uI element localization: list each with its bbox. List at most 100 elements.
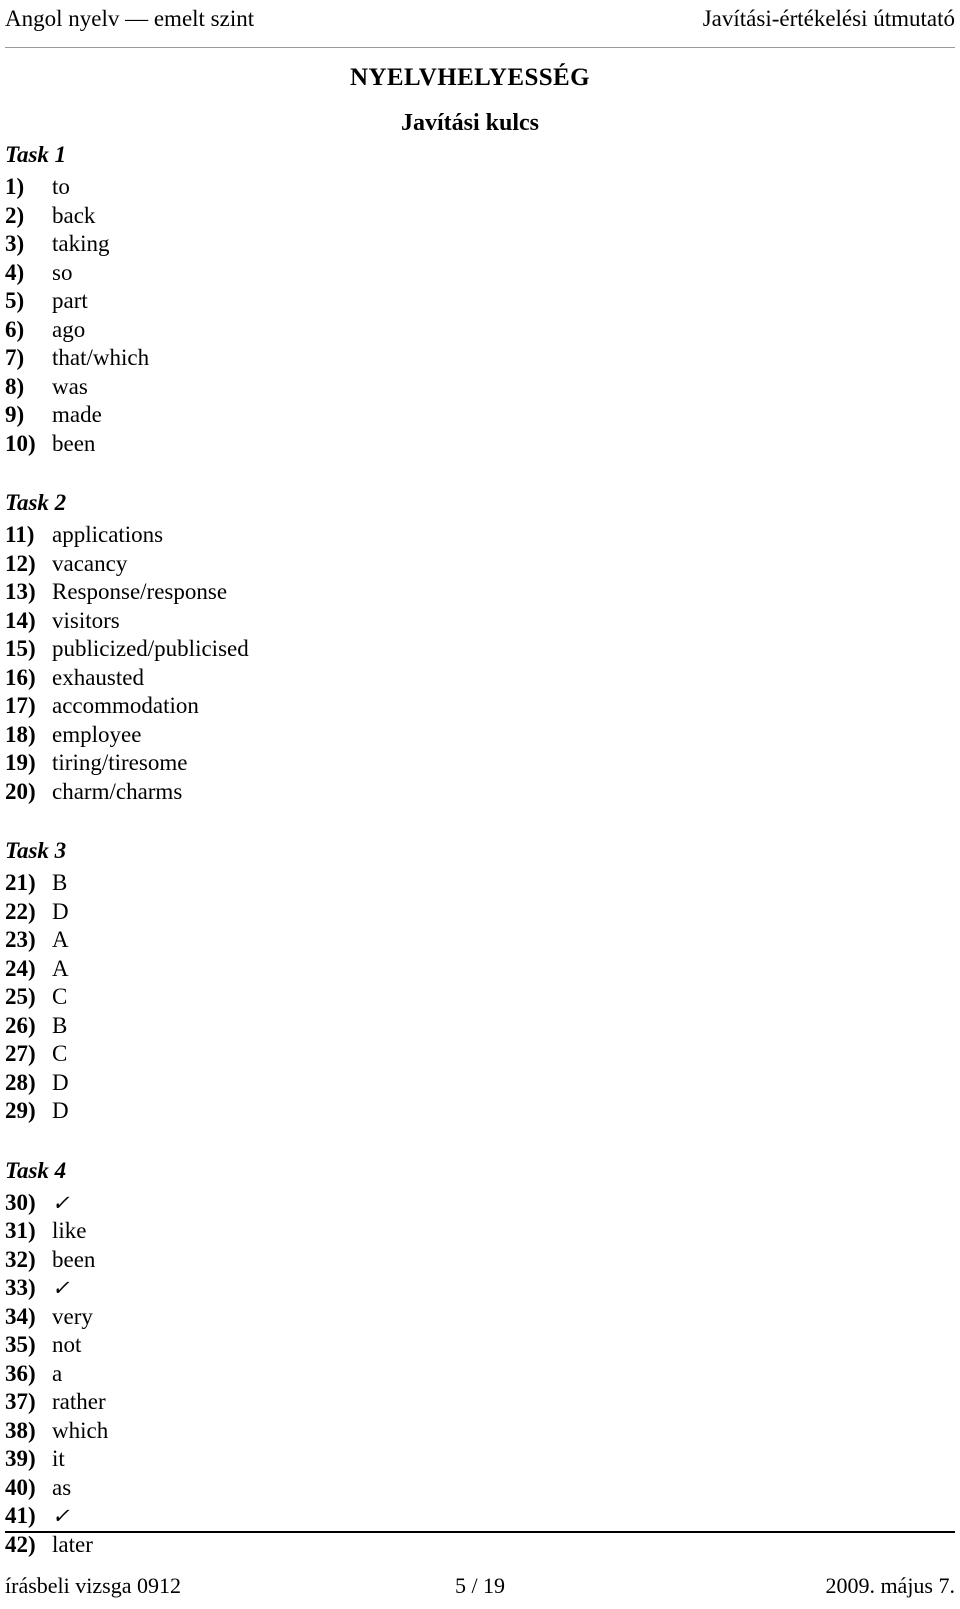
answer-row: 31) like — [5, 1217, 705, 1246]
answer-number: 32) — [5, 1246, 36, 1272]
task-heading: Task 3 — [5, 838, 67, 863]
answer-row: 37) rather — [5, 1388, 705, 1417]
answer-row: 32) been — [5, 1246, 705, 1275]
answer-row: 42) later — [5, 1531, 705, 1560]
answer-number: 42) — [5, 1531, 36, 1557]
answer-row: 36) a — [5, 1360, 705, 1389]
answer-row: 20) charm/charms — [5, 778, 705, 807]
header-subject-title: Angol nyelv — emelt szint — [5, 6, 255, 31]
footer-exam-code: írásbeli vizsga 0912 — [5, 1573, 181, 1598]
answer-value: as — [52, 1474, 72, 1500]
answer-value: like — [52, 1218, 87, 1243]
answer-value: B — [52, 870, 68, 895]
answer-value: so — [52, 259, 73, 285]
answer-value: to — [52, 174, 70, 199]
page-header: Angol nyelv — emelt szint Javítási-érték… — [5, 0, 955, 48]
answer-row: 19) tiring/tiresome — [5, 749, 705, 778]
answer-number: 38) — [5, 1417, 36, 1443]
answer-row: 38) which — [5, 1417, 705, 1446]
answer-value: exhausted — [52, 664, 144, 690]
answer-value: been — [52, 430, 96, 456]
task-heading: Task 2 — [5, 490, 67, 515]
answer-value: D — [52, 898, 69, 924]
answer-number: 26) — [5, 1012, 36, 1038]
answer-row: 8) was — [5, 373, 705, 402]
answer-row: 24) A — [5, 955, 705, 984]
answer-value: A — [52, 955, 69, 981]
answer-row: 40) as — [5, 1474, 705, 1503]
answer-number: 29) — [5, 1098, 36, 1123]
answer-value: part — [52, 288, 88, 313]
answer-number: 17) — [5, 693, 36, 718]
answer-row: 14) visitors — [5, 607, 705, 636]
answer-number: 31) — [5, 1218, 36, 1243]
answer-number: 6) — [5, 316, 25, 342]
answer-value: it — [52, 1446, 65, 1471]
answer-value: visitors — [52, 607, 120, 633]
header-divider — [5, 47, 955, 48]
answer-row: 21) B — [5, 869, 705, 898]
answer-value: accommodation — [52, 693, 199, 718]
answer-value: C — [52, 1041, 68, 1066]
answer-value: rather — [52, 1389, 106, 1414]
answer-value: employee — [52, 721, 142, 747]
answer-row: 41) ✓ — [5, 1502, 705, 1531]
answer-number: 24) — [5, 955, 36, 981]
answer-number: 8) — [5, 373, 25, 399]
answer-number: 4) — [5, 259, 25, 285]
answer-value: was — [52, 373, 88, 399]
answer-value: later — [52, 1531, 93, 1557]
answer-number: 33) — [5, 1275, 36, 1300]
answer-number: 12) — [5, 550, 36, 576]
answer-number: 34) — [5, 1303, 36, 1329]
answer-row: 5) part — [5, 287, 705, 316]
answer-row: 26) B — [5, 1012, 705, 1041]
answer-number: 5) — [5, 288, 25, 313]
task-heading: Task 4 — [5, 1157, 67, 1183]
answer-value: Response/response — [52, 579, 228, 604]
answer-row: 27) C — [5, 1040, 705, 1069]
answer-row: 22) D — [5, 898, 705, 927]
task-block: Task 3 21) B 22) D 23) A 24) A 25) C 26) B 27) C 28) D 29… — [5, 836, 705, 1126]
answer-row: 4) so — [5, 259, 705, 288]
answer-number: 37) — [5, 1389, 36, 1414]
answer-row: 6) ago — [5, 316, 705, 345]
task-block: Task 4 30) ✓ 31) like 32) been 33) ✓ 34) very 35) no… — [5, 1156, 705, 1560]
answer-value: applications — [52, 522, 164, 547]
answer-row: 13) Response/response — [5, 578, 705, 607]
answer-value: A — [52, 927, 69, 952]
checkmark-icon: ✓ — [52, 1504, 70, 1528]
answer-value: back — [52, 202, 96, 228]
answer-row: 18) employee — [5, 721, 705, 750]
answer-row: 12) vacancy — [5, 550, 705, 579]
footer-page-number: 5 / 19 — [454, 1573, 506, 1598]
answer-value: B — [52, 1012, 68, 1038]
answer-number: 14) — [5, 607, 36, 633]
answer-row: 34) very — [5, 1303, 705, 1332]
answer-number: 35) — [5, 1332, 36, 1357]
title-block: NYELVHELYESSÉG Javítási kulcs — [0, 62, 940, 138]
answer-number: 10) — [5, 430, 36, 456]
answer-row: 3) taking — [5, 230, 705, 259]
answer-value: D — [52, 1069, 69, 1095]
header-document-type: Javítási-értékelési útmutató — [702, 6, 955, 31]
answer-number: 18) — [5, 721, 36, 747]
checkmark-icon: ✓ — [52, 1190, 70, 1215]
answer-number: 30) — [5, 1189, 36, 1215]
answer-number: 40) — [5, 1474, 36, 1500]
answer-row: 17) accommodation — [5, 692, 705, 721]
answer-number: 1) — [5, 174, 25, 199]
task-heading: Task 1 — [5, 142, 67, 167]
answer-number: 7) — [5, 345, 25, 370]
answer-value: vacancy — [52, 550, 128, 576]
footer-date: 2009. május 7. — [825, 1573, 955, 1598]
answer-row: 25) C — [5, 983, 705, 1012]
answer-number: 2) — [5, 202, 25, 228]
answer-number: 16) — [5, 664, 36, 690]
answer-number: 11) — [5, 522, 35, 547]
page-title: NYELVHELYESSÉG — [350, 64, 590, 91]
answer-value: ago — [52, 316, 86, 342]
answer-number: 3) — [5, 231, 25, 256]
answer-row: 16) exhausted — [5, 664, 705, 693]
answer-number: 9) — [5, 402, 25, 427]
